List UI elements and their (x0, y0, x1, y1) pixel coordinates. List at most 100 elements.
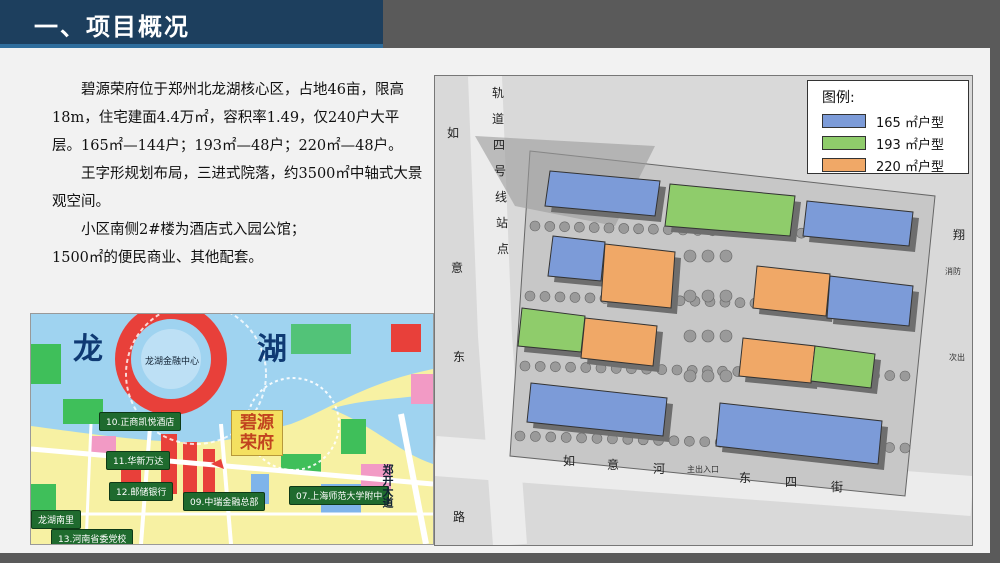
section-title: 一、项目概况 (34, 13, 190, 41)
location-map: 龙 湖 龙湖金融中心 碧源荣府 10.正商凯悦酒店 11.华新万达 12.邮储银… (30, 313, 434, 545)
tree (719, 369, 733, 383)
building-193 (517, 307, 586, 353)
tree (683, 329, 697, 343)
legend-swatch-blue (822, 114, 866, 128)
legend-swatch-green (822, 136, 866, 150)
tree (671, 364, 683, 376)
tree (534, 361, 546, 372)
bottom-border (0, 553, 1000, 563)
site-plan-legend: 图例: 165 ㎡户型 193 ㎡户型 220 ㎡户型 (807, 80, 969, 175)
header-accent-line (0, 44, 383, 48)
road-label: 街 (831, 480, 844, 494)
tree (683, 249, 697, 263)
tree (734, 297, 746, 309)
tree (545, 431, 557, 443)
poi-label: 13.河南省委党校 (51, 529, 134, 544)
road-label: 四 (493, 138, 506, 152)
road-label: 郑开大道 (381, 464, 394, 508)
legend-label: 193 ㎡户型 (876, 137, 944, 153)
lake-char: 龙 (73, 332, 103, 367)
road-label: 河 (653, 462, 666, 476)
poi-label: 09.中瑞金融总部 (183, 492, 266, 511)
tree (683, 289, 697, 303)
road-label: 道 (492, 112, 505, 126)
tree (701, 369, 715, 383)
tree (648, 223, 659, 235)
building-220 (752, 265, 831, 317)
road-label: 轨 (492, 86, 505, 100)
road-label: 站 (496, 216, 509, 230)
tree (668, 435, 680, 447)
site-plan: 图例: 165 ㎡户型 193 ㎡户型 220 ㎡户型 轨 道 四 号 线 站 … (434, 75, 973, 546)
road-label: 如 (447, 126, 460, 140)
tree (574, 221, 585, 233)
tree (683, 369, 697, 383)
road-label: 翔 (953, 228, 966, 242)
tree (530, 431, 541, 442)
description-paragraph: 碧源荣府位于郑州北龙湖核心区，占地46亩，限高18m，住宅建面4.4万㎡，容积率… (52, 82, 404, 154)
road-label: 意 (451, 261, 464, 275)
poi-label: 12.邮储银行 (109, 482, 174, 501)
road-label: 路 (453, 510, 466, 524)
legend-label: 220 ㎡户型 (876, 159, 944, 175)
road-label: 东 (739, 471, 752, 485)
road-label: 意 (607, 458, 620, 472)
tree (565, 361, 576, 373)
tree (569, 292, 581, 303)
description-paragraph: 王字形规划布局，三进式院落，约3500㎡中轴式大景观空间。 (52, 166, 423, 210)
road-label: 点 (497, 242, 510, 256)
legend-item-220: 220 ㎡户型 (822, 156, 944, 175)
tree (633, 223, 644, 235)
tree (603, 222, 615, 234)
tree (701, 249, 715, 263)
road-label: 号 (494, 164, 507, 178)
project-description: 碧源荣府位于郑州北龙湖核心区，占地46亩，限高18m，住宅建面4.4万㎡，容积率… (52, 76, 424, 272)
right-border (990, 48, 1000, 553)
fire-exit-label: 消防 (945, 267, 961, 276)
financial-center-label: 龙湖金融中心 (145, 357, 200, 367)
road-label: 四 (785, 475, 798, 489)
legend-swatch-orange (822, 158, 866, 172)
tree (618, 223, 630, 234)
tree (588, 222, 600, 233)
tree (539, 291, 551, 302)
project-marker-label: 碧源荣府 (231, 410, 283, 456)
legend-item-193: 193 ㎡户型 (822, 134, 944, 153)
poi-label: 龙湖南里 (31, 510, 82, 529)
road-label: 如 (563, 454, 576, 468)
building-220 (738, 337, 816, 384)
road-label: 线 (495, 190, 508, 204)
poi-label: 11.华新万达 (106, 451, 171, 470)
building-220 (580, 317, 658, 367)
poi-label: 07.上海师范大学附中 (289, 486, 390, 505)
tree (584, 292, 596, 304)
tree (550, 361, 561, 373)
tree (699, 436, 711, 448)
description-paragraph: 小区南侧2#楼为酒店式入园公馆； (81, 222, 306, 238)
lake-char: 湖 (257, 332, 287, 367)
tree (519, 360, 531, 372)
tree (684, 435, 695, 447)
tree (701, 289, 715, 303)
entrance-label: 主出入口 (687, 465, 719, 474)
legend-label: 165 ㎡户型 (876, 115, 944, 131)
tree (899, 442, 911, 454)
tree (719, 249, 733, 263)
header-bar-right (383, 0, 1000, 48)
tree (529, 220, 541, 232)
tree (719, 289, 733, 303)
road-label: 东 (453, 350, 466, 364)
road-label: 次出 (949, 353, 965, 362)
tree (719, 329, 733, 343)
tree (576, 432, 587, 444)
description-paragraph: 1500㎡的便民商业、其他配套。 (52, 250, 263, 266)
tree (701, 329, 715, 343)
tree (560, 432, 572, 443)
tree (544, 221, 556, 232)
tree (559, 221, 570, 233)
tree (514, 430, 526, 442)
tree (524, 290, 536, 302)
building-220 (600, 243, 676, 309)
building-193 (810, 345, 876, 389)
tree (899, 370, 911, 382)
